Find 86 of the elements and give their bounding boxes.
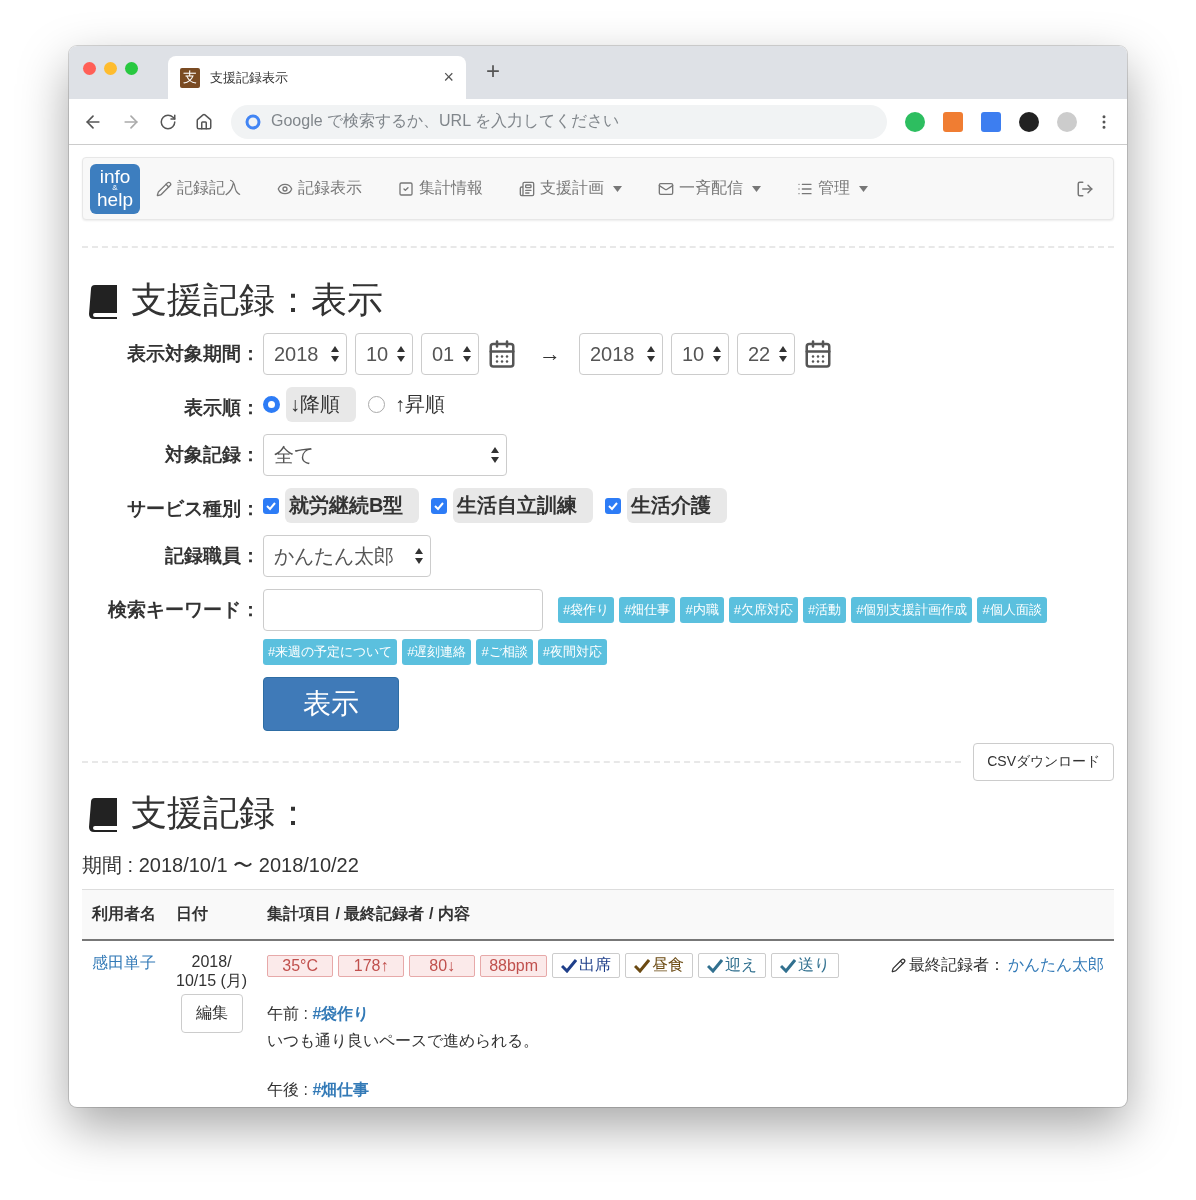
keyword-field[interactable] bbox=[263, 589, 543, 631]
calendar-icon[interactable] bbox=[803, 339, 833, 369]
radio-label: ↑昇順 bbox=[394, 392, 446, 417]
recorder-label: 最終記録者： bbox=[909, 955, 1005, 975]
record-select[interactable]: 全て bbox=[263, 434, 507, 476]
radio-button[interactable] bbox=[368, 396, 385, 413]
date-text: 2018/ 10/15 (月) bbox=[176, 953, 248, 991]
staff-select[interactable]: かんたん太郎 bbox=[263, 535, 431, 577]
record-entry: 午前 : #袋作り いつも通り良いペースで進められる。 bbox=[267, 1004, 541, 1052]
check-badge: 昼食 bbox=[625, 953, 694, 978]
range-arrow: → bbox=[539, 341, 561, 367]
check-badge: 送り bbox=[771, 953, 840, 978]
extension-icon[interactable] bbox=[1019, 111, 1039, 132]
year-select[interactable]: 2018 bbox=[263, 333, 347, 375]
tab-title: 支援記録表示 bbox=[210, 68, 289, 87]
nav-item[interactable]: 記録記入 bbox=[156, 178, 241, 199]
nav-item[interactable]: 支援計画 bbox=[519, 178, 622, 199]
checkbox-icon bbox=[398, 180, 414, 197]
document-icon bbox=[519, 180, 535, 197]
display-button[interactable]: 表示 bbox=[263, 677, 399, 731]
radio-label: ↓降順 bbox=[286, 387, 356, 422]
spinner-icon bbox=[712, 345, 722, 363]
logout-icon[interactable] bbox=[1076, 179, 1094, 198]
section-title: 支援記録： bbox=[131, 791, 311, 835]
address-placeholder: Google で検索するか、URL を入力してください bbox=[271, 111, 619, 131]
pencil-icon bbox=[156, 180, 172, 197]
radio-button[interactable] bbox=[263, 396, 280, 413]
home-icon[interactable] bbox=[195, 112, 213, 131]
spinner-icon bbox=[646, 345, 656, 363]
caret-icon bbox=[613, 185, 622, 192]
user-name-link[interactable]: 感田単子 bbox=[92, 954, 156, 971]
reload-icon[interactable] bbox=[159, 112, 177, 131]
close-window-button[interactable] bbox=[83, 62, 96, 75]
nav-item[interactable]: 記録表示 bbox=[277, 178, 362, 199]
csv-download-button[interactable]: CSVダウンロード bbox=[973, 743, 1114, 781]
caret-icon bbox=[752, 185, 761, 192]
field-label: 表示順： bbox=[183, 396, 260, 420]
checkbox[interactable] bbox=[263, 497, 279, 514]
month-select[interactable]: 10 bbox=[355, 333, 413, 375]
section-title: 支援記録：表示 bbox=[131, 278, 383, 322]
vital-badge: 80↓ bbox=[409, 954, 476, 977]
field-label: 対象記録： bbox=[163, 443, 260, 467]
nav-item[interactable]: 一斉配信 bbox=[658, 178, 761, 199]
checkbox-label: 就労継続B型 bbox=[285, 488, 420, 523]
spinner-icon bbox=[490, 446, 500, 464]
vital-badge: 178↑ bbox=[338, 954, 405, 977]
spinner-icon bbox=[778, 345, 788, 363]
field-label: 記録職員： bbox=[164, 544, 260, 568]
edit-button[interactable]: 編集 bbox=[180, 994, 243, 1033]
logo[interactable]: info & help bbox=[90, 163, 140, 214]
nav-item[interactable]: 管理 bbox=[797, 178, 868, 199]
field-label: 検索キーワード： bbox=[106, 598, 260, 622]
year-select[interactable]: 2018 bbox=[579, 333, 663, 375]
spinner-icon bbox=[396, 345, 406, 363]
pencil-icon bbox=[891, 958, 906, 973]
new-tab-button[interactable]: + bbox=[478, 56, 508, 85]
vital-badge: 35°C bbox=[267, 954, 334, 977]
address-bar[interactable]: Google で検索するか、URL を入力してください bbox=[231, 104, 887, 139]
close-tab-button[interactable]: × bbox=[443, 67, 454, 88]
spinner-icon bbox=[414, 547, 424, 565]
field-label: 表示対象期間： bbox=[126, 342, 260, 366]
browser-tab[interactable]: 支 支援記録表示 × bbox=[168, 56, 466, 99]
day-select[interactable]: 01 bbox=[421, 333, 479, 375]
checkbox[interactable] bbox=[431, 497, 448, 514]
column-header: 利用者名 bbox=[82, 889, 166, 940]
vital-badge: 88bpm bbox=[480, 954, 548, 977]
record-entry: 午後 : #畑仕事 bbox=[267, 1080, 371, 1101]
field-label: サービス種別： bbox=[126, 497, 260, 521]
recorder-link[interactable]: かんたん太郎 bbox=[1008, 955, 1104, 976]
caret-icon bbox=[859, 185, 868, 192]
day-select[interactable]: 22 bbox=[737, 333, 795, 375]
column-header: 日付 bbox=[166, 889, 258, 940]
nav-item[interactable]: 集計情報 bbox=[398, 178, 483, 199]
check-badge: 迎え bbox=[698, 953, 767, 978]
checkbox-label: 生活自立訓練 bbox=[453, 488, 594, 523]
favicon: 支 bbox=[180, 67, 200, 88]
spinner-icon bbox=[462, 345, 472, 363]
month-select[interactable]: 10 bbox=[671, 333, 729, 375]
envelope-icon bbox=[658, 180, 674, 197]
checkbox[interactable] bbox=[605, 497, 622, 514]
spinner-icon bbox=[330, 345, 340, 363]
calendar-icon[interactable] bbox=[487, 339, 517, 369]
period-text: 期間 : 2018/10/1 〜 2018/10/22 bbox=[82, 853, 360, 878]
column-header: 集計項目 / 最終記録者 / 内容 bbox=[257, 889, 1114, 940]
check-badge: 出席 bbox=[552, 953, 621, 978]
checkbox-label: 生活介護 bbox=[627, 488, 728, 523]
